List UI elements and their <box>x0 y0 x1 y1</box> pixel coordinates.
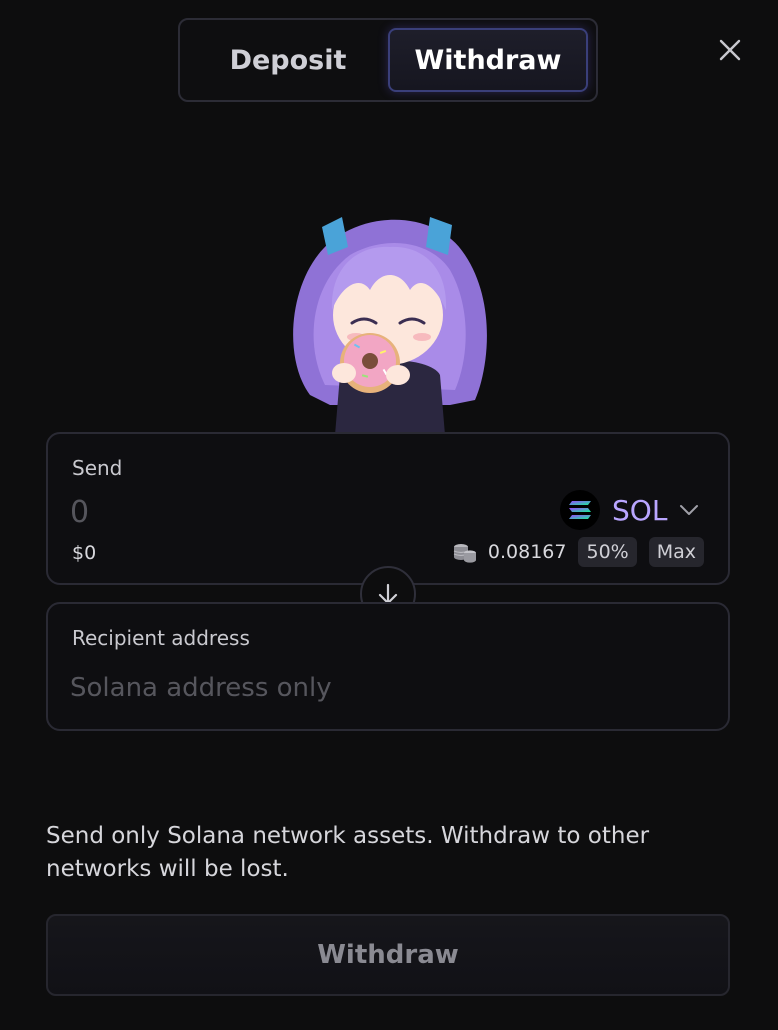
usd-value: $0 <box>72 542 97 564</box>
solana-logo-icon <box>560 490 600 530</box>
tab-switcher: Deposit Withdraw <box>178 18 598 102</box>
chevron-down-icon <box>679 501 699 520</box>
network-warning: Send only Solana network assets. Withdra… <box>46 823 650 882</box>
send-label: Send <box>72 456 123 480</box>
coins-icon <box>452 539 478 565</box>
recipient-card: Recipient address <box>46 602 730 731</box>
tab-deposit[interactable]: Deposit <box>188 28 388 92</box>
recipient-label: Recipient address <box>72 626 250 650</box>
token-symbol: SOL <box>612 493 668 527</box>
balance-value: 0.08167 <box>487 541 567 563</box>
amount-input[interactable] <box>70 490 370 534</box>
recipient-address-input[interactable] <box>70 666 700 710</box>
withdraw-modal: Deposit Withdraw Send 0 $0 SOL 0.08167 5… <box>0 0 778 1030</box>
withdraw-submit-button[interactable]: Withdraw <box>46 914 730 996</box>
half-button[interactable]: 50% <box>578 537 637 567</box>
send-card: Send $0 SOL <box>46 432 730 585</box>
token-selector[interactable]: SOL <box>560 488 708 532</box>
balance-row: 0.08167 50% Max <box>452 536 704 568</box>
tab-withdraw[interactable]: Withdraw <box>388 28 588 92</box>
max-button[interactable]: Max <box>648 537 704 567</box>
close-icon[interactable] <box>714 34 746 66</box>
mascot-illustration <box>270 205 510 435</box>
